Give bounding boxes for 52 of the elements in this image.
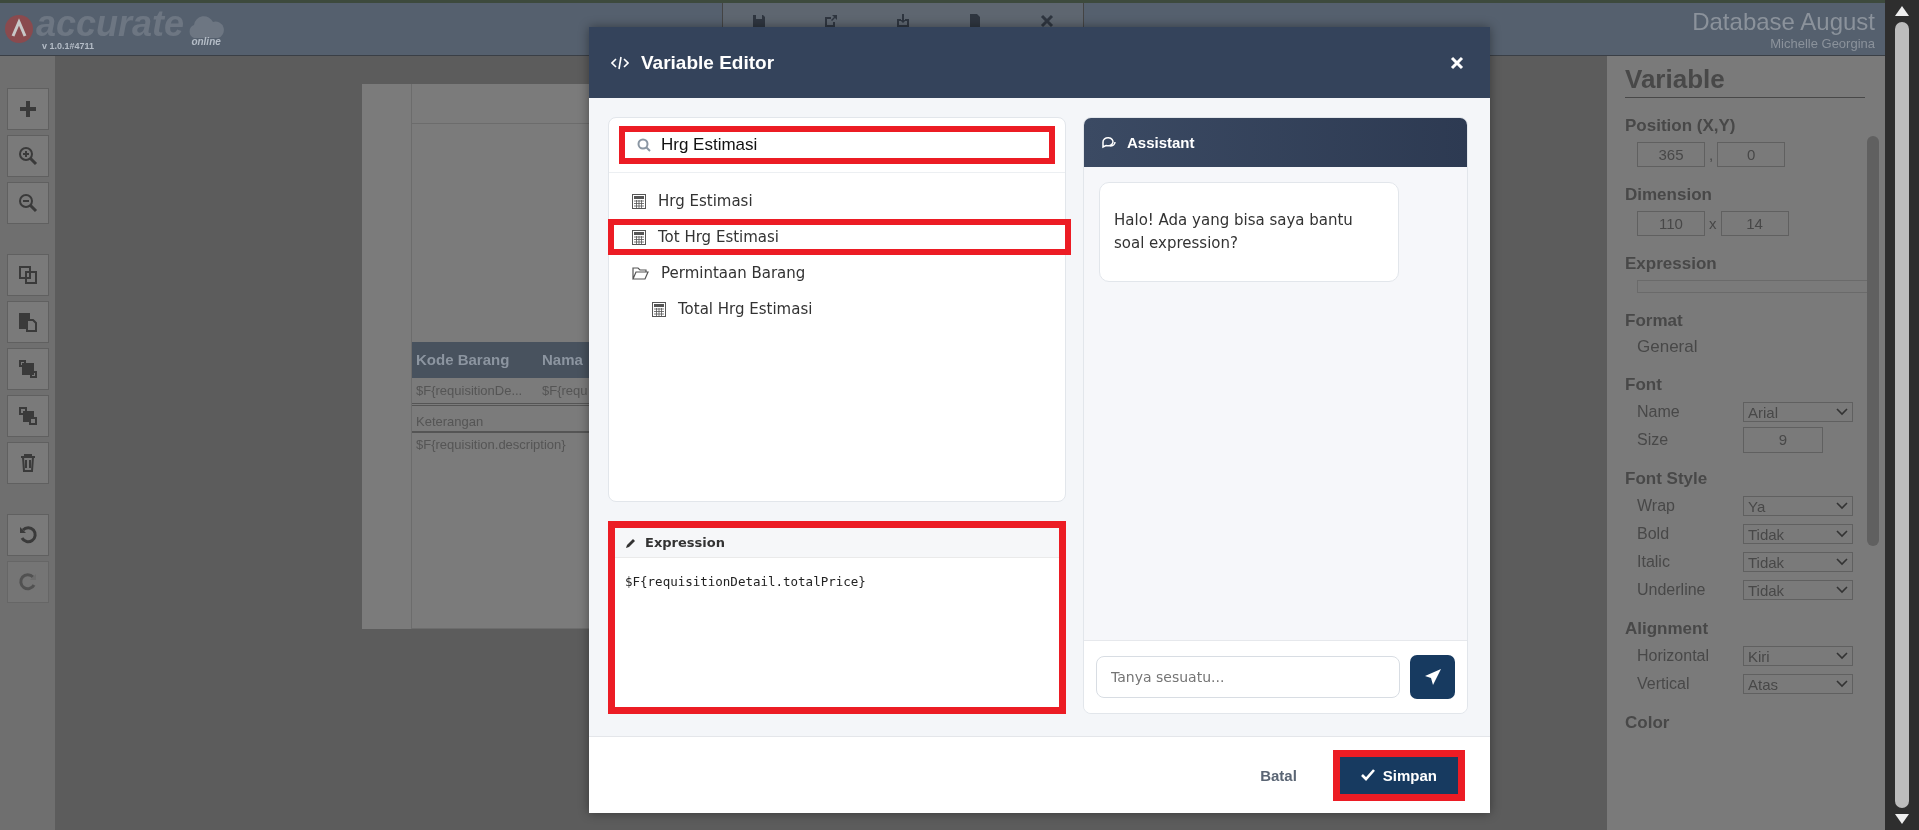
save-button[interactable]: Simpan [1339, 756, 1458, 794]
chat-message: Halo! Ada yang bisa saya bantu soal expression? [1099, 182, 1399, 282]
chevron-icon [1836, 408, 1848, 416]
column-header: Kode Barang [415, 351, 511, 369]
check-icon [1360, 769, 1375, 781]
code-icon [611, 55, 629, 70]
redo-icon[interactable] [6, 561, 49, 603]
scrollbar[interactable] [1885, 0, 1919, 830]
scroll-up-icon[interactable] [1895, 6, 1909, 16]
separator-text: , [1709, 146, 1714, 163]
copy-icon[interactable] [6, 254, 49, 296]
calculator-icon [632, 193, 646, 209]
scrollbar[interactable] [1867, 136, 1879, 546]
expression-editor[interactable]: $F{requisitionDetail.totalPrice} [615, 558, 1059, 707]
logo-icon [4, 14, 34, 44]
chat-icon [1101, 136, 1117, 149]
calculator-icon [652, 301, 666, 317]
calculator-icon [632, 229, 646, 245]
chat-input[interactable]: Tanya sesuatu... [1096, 656, 1400, 698]
search-field[interactable]: Hrg Estimasi [619, 126, 1055, 164]
chevron-icon [1836, 680, 1848, 688]
back-icon[interactable] [6, 395, 49, 437]
panel-title: Expression [645, 535, 725, 550]
column-header: Nama [541, 351, 584, 369]
zoom-out-icon[interactable] [6, 182, 49, 224]
front-icon[interactable] [6, 348, 49, 390]
logo-subtext: online [191, 35, 221, 47]
undo-icon[interactable] [6, 514, 49, 556]
send-button[interactable] [1410, 655, 1455, 699]
version-text: v 1.0.1#4711 [41, 41, 96, 51]
folder-item[interactable]: Permintaan Barang [608, 255, 1071, 291]
variable-item[interactable]: Tot Hrg Estimasi [608, 219, 1071, 255]
folder-icon [632, 266, 649, 280]
search-icon [637, 138, 651, 152]
cancel-button[interactable]: Batal [1254, 765, 1303, 785]
pencil-icon [625, 536, 637, 549]
delete-icon[interactable] [6, 442, 49, 484]
panel-title: Assistant [1127, 134, 1195, 151]
chevron-icon [1836, 530, 1848, 538]
chevron-icon [1836, 502, 1848, 510]
chevron-icon [1836, 586, 1848, 594]
chevron-icon [1836, 558, 1848, 566]
variable-item[interactable]: Total Hrg Estimasi [608, 291, 1071, 327]
expression-field[interactable] [1637, 280, 1869, 293]
zoom-in-icon[interactable] [6, 135, 49, 177]
variable-item[interactable]: Hrg Estimasi [608, 183, 1071, 219]
send-icon [1423, 668, 1442, 686]
scroll-down-icon[interactable] [1895, 814, 1909, 824]
add-icon[interactable] [6, 88, 49, 130]
paste-icon[interactable] [6, 301, 49, 343]
chevron-icon [1836, 652, 1848, 660]
dialog-title: Variable Editor [641, 51, 776, 74]
